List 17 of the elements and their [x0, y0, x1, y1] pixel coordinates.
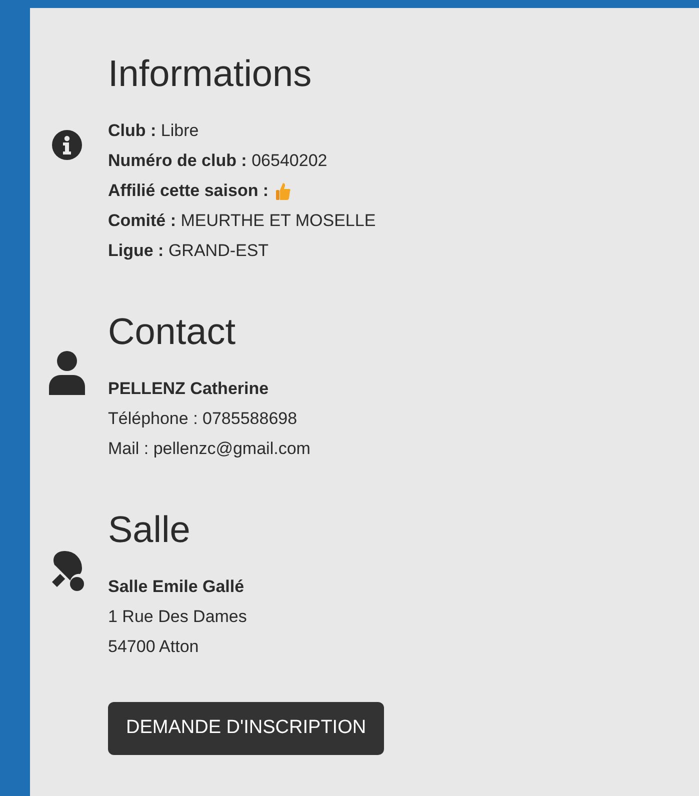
detail-text: Téléphone : 0785588698: [108, 408, 298, 430]
detail-text: 1 Rue Des Dames: [108, 606, 247, 628]
field-label: Affilié cette saison :: [108, 180, 269, 202]
section-heading: Salle: [108, 508, 192, 552]
person-icon: [47, 351, 87, 395]
info-field: Numéro de club : 06540202: [108, 146, 376, 176]
contact-name: PELLENZ Catherine: [108, 378, 270, 400]
section-heading: Contact: [108, 310, 237, 354]
registration-button[interactable]: DEMANDE D'INSCRIPTION: [108, 702, 384, 755]
detail-text: Mail : pellenzc@gmail.com: [108, 438, 310, 460]
info-field: Ligue : GRAND-EST: [108, 236, 376, 266]
contact-name: Salle Emile Gallé: [108, 576, 246, 598]
info-field: Club : Libre: [108, 116, 376, 146]
info-field: Comité : MEURTHE ET MOSELLE: [108, 206, 376, 236]
info-icon: [52, 130, 82, 160]
section-heading: Informations: [108, 52, 313, 96]
detail-text: 54700 Atton: [108, 636, 200, 658]
